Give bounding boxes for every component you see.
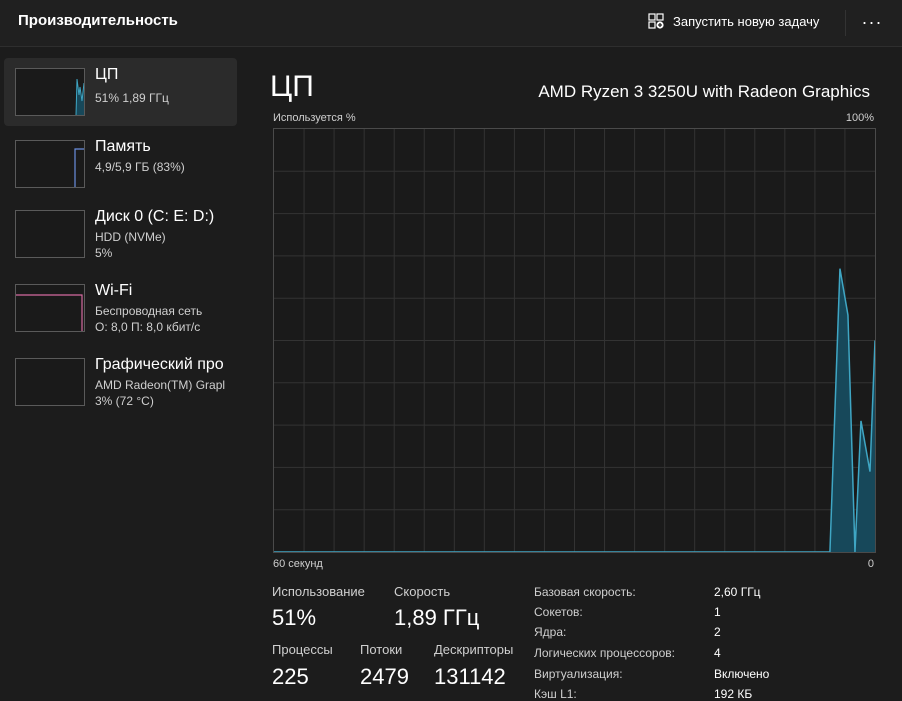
memory-mini-graph xyxy=(74,148,84,187)
sidebar-item-detail: 4,9/5,9 ГБ (83%) xyxy=(95,160,185,174)
sidebar-item-label: Диск 0 (C: E: D:) xyxy=(95,208,215,225)
sockets-label: Сокетов: xyxy=(534,605,583,619)
sidebar-item-detail: Беспроводная сеть xyxy=(95,304,203,318)
top-bar: Производительность Запустить новую задач… xyxy=(0,0,902,47)
graph-x-min: 0 xyxy=(867,558,874,570)
processes-label: Процессы xyxy=(272,642,333,657)
wifi-mini-graph xyxy=(16,294,83,331)
run-new-task-label: Запустить новую задачу xyxy=(673,13,820,29)
base-speed-label: Базовая скорость: xyxy=(534,585,636,599)
base-speed-value: 2,60 ГГц xyxy=(714,585,761,599)
sidebar-item-label: Графический про xyxy=(95,356,224,373)
more-options-button[interactable]: ··· xyxy=(852,8,892,36)
graph-y-label: Используется % xyxy=(273,112,356,124)
handles-value: 131142 xyxy=(434,664,506,689)
disk-thumbnail xyxy=(15,210,85,258)
gpu-thumbnail xyxy=(15,358,85,406)
cores-value: 2 xyxy=(714,625,721,639)
graph-y-max: 100% xyxy=(845,112,874,124)
threads-value: 2479 xyxy=(360,664,409,689)
sidebar-item-label: ЦП xyxy=(95,66,119,83)
virtualization-value: Включено xyxy=(714,667,770,681)
cpu-panel: ЦП AMD Ryzen 3 3250U with Radeon Graphic… xyxy=(270,50,902,701)
cores-label: Ядра: xyxy=(534,625,567,639)
processes-value: 225 xyxy=(272,664,309,689)
sidebar-item-label: Память xyxy=(95,138,151,155)
l1-cache-label: Кэш L1: xyxy=(534,687,577,701)
graph-x-label: 60 секунд xyxy=(273,558,323,570)
sidebar-item-disk[interactable]: Диск 0 (C: E: D:) HDD (NVMe) 5% xyxy=(4,200,237,268)
wifi-mini-line xyxy=(16,294,83,331)
sidebar-item-detail: AMD Radeon(TM) Grapl xyxy=(95,378,226,392)
sidebar-item-cpu[interactable]: ЦП 51% 1,89 ГГц xyxy=(4,58,237,126)
speed-label: Скорость xyxy=(394,584,451,599)
usage-value: 51% xyxy=(272,605,317,630)
sidebar-item-detail: HDD (NVMe) xyxy=(95,230,166,244)
sidebar-item-detail: 3% (72 °C) xyxy=(95,394,154,408)
run-new-task-button[interactable]: Запустить новую задачу xyxy=(648,11,819,31)
cpu-usage-graph xyxy=(273,128,876,553)
cpu-usage-chart xyxy=(274,129,875,552)
memory-thumbnail xyxy=(15,140,85,188)
toolbar-divider xyxy=(845,10,846,36)
wifi-thumbnail xyxy=(15,284,85,332)
threads-label: Потоки xyxy=(360,642,403,657)
logical-processors-value: 4 xyxy=(714,646,721,660)
sidebar-item-memory[interactable]: Память 4,9/5,9 ГБ (83%) xyxy=(4,130,237,198)
cpu-heading: ЦП xyxy=(270,70,314,103)
l1-cache-value: 192 КБ xyxy=(714,687,753,701)
usage-label: Использование xyxy=(272,584,365,599)
logical-processors-label: Логических процессоров: xyxy=(534,646,675,660)
more-icon: ··· xyxy=(861,11,883,32)
sockets-value: 1 xyxy=(714,605,721,619)
page-title: Производительность xyxy=(18,12,178,29)
sidebar-item-wifi[interactable]: Wi-Fi Беспроводная сеть О: 8,0 П: 8,0 кб… xyxy=(4,274,237,342)
sidebar-item-detail: 5% xyxy=(95,246,113,260)
cpu-model-name: AMD Ryzen 3 3250U with Radeon Graphics xyxy=(538,82,870,101)
speed-value: 1,89 ГГц xyxy=(394,605,480,630)
handles-label: Дескрипторы xyxy=(434,642,514,657)
sidebar-item-gpu[interactable]: Графический про AMD Radeon(TM) Grapl 3% … xyxy=(4,348,237,416)
sidebar-item-detail: 51% 1,89 ГГц xyxy=(95,91,169,105)
sidebar: ЦП 51% 1,89 ГГц Память 4,9/5,9 ГБ (83%) … xyxy=(0,50,245,700)
memory-mini-line xyxy=(74,148,84,187)
cpu-thumbnail xyxy=(15,68,85,116)
sidebar-item-label: Wi-Fi xyxy=(95,282,133,299)
virtualization-label: Виртуализация: xyxy=(534,667,623,681)
sidebar-item-detail: О: 8,0 П: 8,0 кбит/с xyxy=(95,320,201,334)
new-task-icon xyxy=(648,13,664,29)
cpu-mini-graph xyxy=(75,78,84,115)
